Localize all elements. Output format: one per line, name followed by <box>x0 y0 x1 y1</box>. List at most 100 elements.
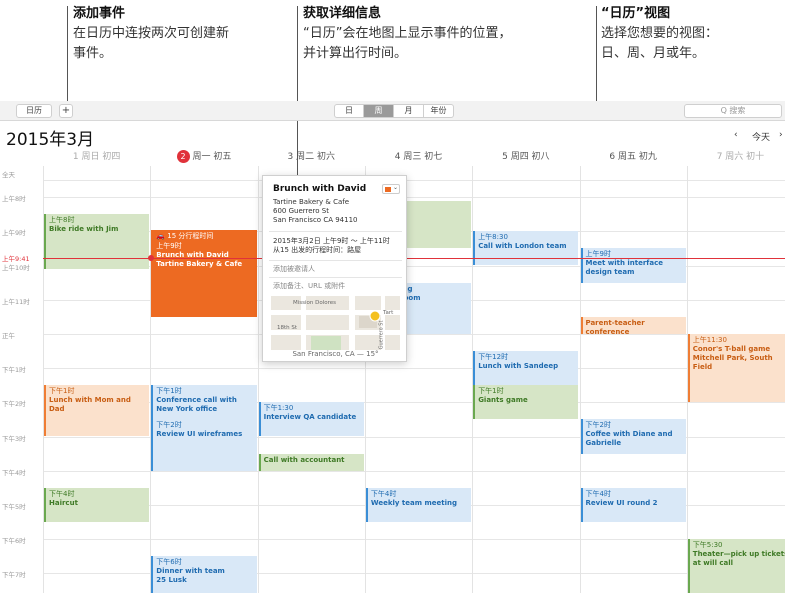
calendar-event[interactable]: 下午4时 Weekly team meeting <box>365 487 472 522</box>
callout-add-event-line1: 在日历中连按两次可创建新 <box>73 26 230 41</box>
add-notes-field[interactable]: 添加备注、URL 或附件 <box>273 282 345 291</box>
hour-line <box>43 539 785 541</box>
calendar-event[interactable]: 下午2时 Review UI wireframes <box>151 419 257 471</box>
time-label: 下午2时 <box>2 400 26 409</box>
event-time: 下午2时 <box>156 421 182 430</box>
callout-views-line2: 日、周、月或年。 <box>601 46 706 61</box>
popover-title[interactable]: Brunch with David <box>273 184 366 194</box>
next-week-button[interactable]: › <box>779 130 783 140</box>
day-number: 1 <box>72 152 82 162</box>
map-label-18th-st: 18th St <box>277 325 298 331</box>
view-week-button[interactable]: 周 <box>364 104 394 118</box>
day-number: 7 <box>716 152 726 162</box>
calendar-event[interactable]: 下午1时 Lunch with Mom and Dad <box>44 385 150 437</box>
event-title: Mitchell Park, South Field <box>692 353 773 371</box>
day-column-line <box>579 166 581 593</box>
event-time: 下午12时 <box>478 353 509 361</box>
popover-location-line2[interactable]: 600 Guerrero St <box>273 207 329 216</box>
time-label: 上午9时 <box>2 229 26 238</box>
event-title: Lunch with Sandeep <box>478 362 559 370</box>
calendar-event[interactable]: 下午4时 Review UI round 2 <box>580 487 686 522</box>
calendar-event[interactable]: 下午4时 Haircut <box>44 487 150 522</box>
current-time-label: 上午9:41 <box>2 255 30 263</box>
map-label-guerrero-st: Guerrero St <box>378 320 385 350</box>
event-title: Meet with interface design team <box>585 259 663 277</box>
day-label: 周六 初十 <box>725 152 765 162</box>
map-caption: San Francisco, CA — 15° <box>292 350 379 358</box>
event-title: Call with London team <box>478 242 567 251</box>
calendar-event[interactable]: Parent-teacher conference <box>580 316 686 334</box>
search-input[interactable]: Q 搜索 <box>684 104 782 118</box>
calendar-event[interactable]: 下午12时 Lunch with Sandeep <box>473 351 579 386</box>
calendars-button[interactable]: 日历 <box>16 104 52 118</box>
today-button[interactable]: 今天 <box>752 130 770 143</box>
popover-datetime[interactable]: 2015年3月2日 上午9时 ～ 上午11时 <box>273 237 390 246</box>
prev-week-button[interactable]: ‹ <box>734 130 738 140</box>
calendar-event[interactable]: 上午9时 Meet with interface design team <box>580 248 686 283</box>
calendar-event[interactable]: 上午8时 Bike ride with Jim <box>44 214 150 269</box>
day-header-6[interactable]: 6 周五 初九 <box>580 150 687 166</box>
event-time: 下午1:30 <box>263 404 294 413</box>
calendar-color-picker[interactable]: ⌄ <box>382 184 400 194</box>
day-label: 周二 初六 <box>296 152 335 162</box>
calendar-event[interactable]: 上午9时 Brunch with David Tartine Bakery & Ca… <box>151 239 257 317</box>
day-number: 3 <box>287 152 297 162</box>
calendar-event[interactable]: 下午1时 Giants game <box>473 385 579 420</box>
calendar-event[interactable]: 上午11:30 Conor's T-ball game Mitchell Park,… <box>687 333 785 403</box>
event-time: 上午9时 <box>156 241 182 250</box>
callout-views: “日历”视图 选择您想要的视图： 日、周、月或年。 <box>601 4 718 64</box>
calendar-event[interactable]: Call with accountant <box>258 453 364 471</box>
day-header-3[interactable]: 3 周二 初六 <box>258 150 365 166</box>
calendar-event[interactable]: 上午8:30 Call with London team <box>473 231 579 266</box>
event-title: Bike ride with Jim <box>49 225 119 234</box>
day-header-5[interactable]: 5 周四 初八 <box>472 150 579 166</box>
day-header-4[interactable]: 4 周三 初七 <box>365 150 472 166</box>
popover-divider <box>269 231 402 232</box>
today-badge: 2 <box>176 150 190 163</box>
day-header-7[interactable]: 7 周六 初十 <box>687 150 785 166</box>
time-label: 下午4时 <box>2 468 26 477</box>
all-day-label: 全天 <box>2 171 15 179</box>
calendar-event[interactable]: 下午1:30 Interview QA candidate <box>258 402 364 437</box>
popover-divider <box>269 277 402 278</box>
day-header-2[interactable]: 2 周一 初五 <box>150 150 257 166</box>
week-grid[interactable]: 上午8时 Bike ride with Jim 下午1时 Lunch with Mom… <box>43 166 785 593</box>
location-map[interactable]: Mission Dolores 18th St Tart Guerrero St <box>271 296 400 350</box>
event-time: 下午1时 <box>49 387 75 396</box>
view-year-button[interactable]: 年份 <box>424 104 454 118</box>
event-time: 下午5:30 <box>692 541 723 550</box>
popover-location-line1[interactable]: Tartine Bakery & Cafe <box>273 198 349 207</box>
event-title: Parent-teacher conference <box>585 318 645 334</box>
day-label: 周日 初四 <box>81 152 121 162</box>
calendar-event[interactable]: 下午6时 Dinner with team 25 Lusk <box>151 556 257 593</box>
time-label: 正午 <box>2 331 15 340</box>
callout-views-line1: 选择您想要的视图： <box>601 26 719 41</box>
chevron-down-icon: ⌄ <box>393 184 399 191</box>
event-title: Conference call with New York office <box>156 396 237 414</box>
calendar-event[interactable]: 下午5:30 Theater—pick up tickets at will ca… <box>687 539 785 593</box>
calendar-event[interactable]: 下午1时 Conference call with New York office <box>151 385 257 420</box>
popover-travel-time[interactable]: 从15 出发的行程时间：路屋 <box>273 246 361 255</box>
time-label: 上午10时 <box>2 263 30 272</box>
event-title: Tartine Bakery & Cafe <box>156 259 243 268</box>
view-switcher: 日 周 月 年份 <box>334 104 454 118</box>
event-time: 上午8:30 <box>478 233 508 242</box>
hour-line <box>43 368 785 370</box>
popover-location-line3[interactable]: San Francisco CA 94110 <box>273 216 357 225</box>
callout-add-event-line2: 事件。 <box>73 46 113 61</box>
time-label: 下午7时 <box>2 571 26 580</box>
add-invitees-field[interactable]: 添加被邀请人 <box>273 265 315 274</box>
day-header-1[interactable]: 1 周日 初四 <box>43 150 150 166</box>
callout-get-info-line2: 并计算出行时间。 <box>303 46 408 61</box>
view-month-button[interactable]: 月 <box>394 104 424 118</box>
toolbar: 日历 + 日 周 月 年份 Q 搜索 <box>0 101 785 121</box>
callout-add-event: 添加事件 在日历中连按两次可创建新 事件。 <box>73 4 229 64</box>
map-label-tart: Tart <box>383 310 394 316</box>
event-title: Interview QA candidate <box>263 413 357 422</box>
view-day-button[interactable]: 日 <box>334 104 364 118</box>
event-time: 下午2时 <box>585 421 611 430</box>
add-event-button[interactable]: + <box>59 104 73 118</box>
event-title: Dinner with team <box>156 567 225 576</box>
calendar-event[interactable]: 下午2时 Coffee with Diane and Gabrielle <box>580 419 686 454</box>
calendar-event[interactable]: 🚗 15 分行程时间 <box>151 229 257 240</box>
